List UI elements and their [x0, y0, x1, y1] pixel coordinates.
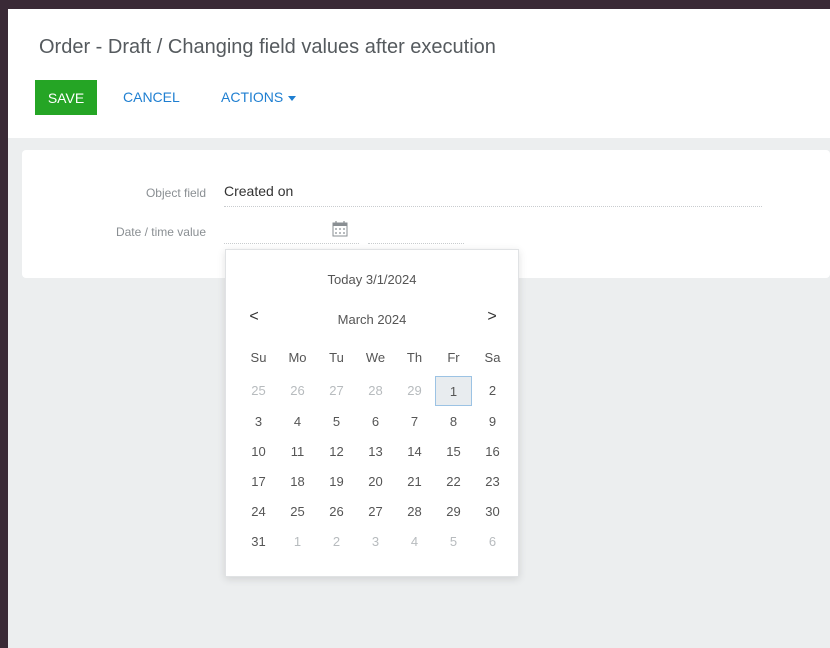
calendar-day[interactable]: 4	[396, 527, 433, 557]
datetime-value-label: Date / time value	[115, 225, 206, 239]
calendar-day[interactable]: 27	[318, 376, 355, 406]
weekday-fr: Fr	[447, 350, 460, 365]
calendar-day[interactable]: 14	[396, 437, 433, 467]
page-title: Order - Draft / Changing field values af…	[39, 36, 496, 58]
save-button[interactable]: SAVE	[35, 80, 97, 115]
calendar-day[interactable]: 6	[474, 527, 511, 557]
datepicker-popup: Today 3/1/2024 < March 2024 > Su Mo Tu We Th…	[225, 249, 519, 577]
time-input[interactable]	[368, 217, 464, 244]
calendar-day[interactable]: 28	[357, 376, 394, 406]
calendar-day[interactable]: 26	[279, 376, 316, 406]
calendar-day[interactable]: 10	[240, 437, 277, 467]
calendar-day[interactable]: 12	[318, 437, 355, 467]
calendar-day[interactable]: 28	[396, 497, 433, 527]
actions-menu-button[interactable]: ACTIONS	[221, 80, 297, 115]
calendar-day[interactable]: 26	[318, 497, 355, 527]
calendar-day[interactable]: 30	[474, 497, 511, 527]
today-button[interactable]: Today 3/1/2024	[226, 272, 518, 287]
calendar-day[interactable]: 5	[318, 407, 355, 437]
calendar-day[interactable]: 31	[240, 527, 277, 557]
caret-down-icon	[288, 95, 297, 101]
weekday-su: Su	[250, 350, 267, 365]
calendar-day[interactable]: 22	[435, 467, 472, 497]
weekday-th: Th	[406, 350, 423, 365]
calendar-day[interactable]: 27	[357, 497, 394, 527]
calendar-day[interactable]: 1	[279, 527, 316, 557]
calendar-day[interactable]: 29	[396, 376, 433, 406]
date-input[interactable]	[224, 217, 359, 244]
calendar-day[interactable]: 29	[435, 497, 472, 527]
calendar-day[interactable]: 11	[279, 437, 316, 467]
calendar-day[interactable]: 19	[318, 467, 355, 497]
calendar-day[interactable]: 25	[279, 497, 316, 527]
calendar-day[interactable]: 5	[435, 527, 472, 557]
chevron-right-icon[interactable]: >	[482, 308, 502, 326]
weekday-we: We	[365, 350, 386, 365]
month-label: March 2024	[337, 312, 407, 327]
actions-label: ACTIONS	[221, 89, 284, 105]
calendar-day[interactable]: 3	[240, 407, 277, 437]
calendar-day[interactable]: 1	[435, 376, 472, 406]
calendar-icon[interactable]	[331, 220, 349, 238]
calendar-day[interactable]: 17	[240, 467, 277, 497]
calendar-day[interactable]: 2	[474, 376, 511, 406]
cancel-button[interactable]: CANCEL	[123, 80, 180, 115]
calendar-day[interactable]: 15	[435, 437, 472, 467]
calendar-day[interactable]: 9	[474, 407, 511, 437]
calendar-day[interactable]: 20	[357, 467, 394, 497]
calendar-day[interactable]: 13	[357, 437, 394, 467]
page-header: Order - Draft / Changing field values af…	[8, 9, 830, 138]
calendar-day[interactable]: 3	[357, 527, 394, 557]
calendar-day[interactable]: 2	[318, 527, 355, 557]
calendar-day[interactable]: 6	[357, 407, 394, 437]
calendar-day[interactable]: 8	[435, 407, 472, 437]
calendar-day[interactable]: 18	[279, 467, 316, 497]
calendar-day[interactable]: 23	[474, 467, 511, 497]
weekday-mo: Mo	[288, 350, 307, 365]
calendar-day[interactable]: 25	[240, 376, 277, 406]
calendar-day[interactable]: 21	[396, 467, 433, 497]
calendar-day[interactable]: 4	[279, 407, 316, 437]
calendar-day[interactable]: 24	[240, 497, 277, 527]
weekday-sa: Sa	[484, 350, 501, 365]
calendar-day[interactable]: 7	[396, 407, 433, 437]
calendar-day[interactable]: 16	[474, 437, 511, 467]
object-field-label: Object field	[145, 186, 206, 200]
object-field-input[interactable]: Created on	[224, 183, 762, 207]
weekday-tu: Tu	[329, 350, 344, 365]
app-window: Order - Draft / Changing field values af…	[8, 9, 830, 648]
